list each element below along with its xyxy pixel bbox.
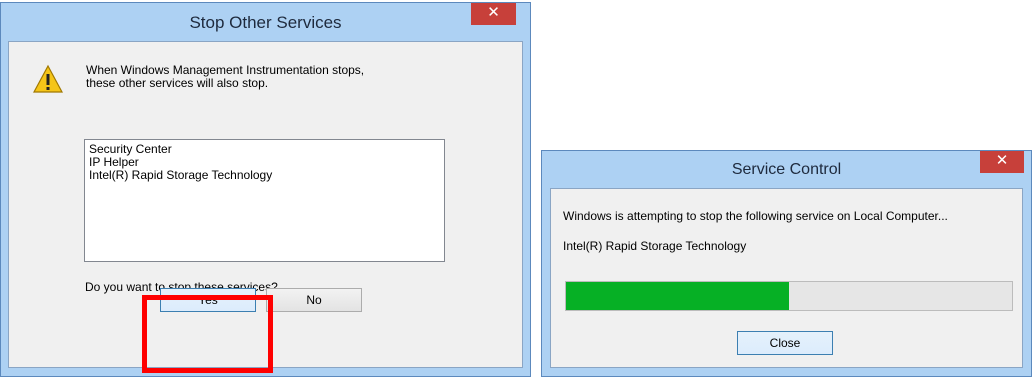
- close-button[interactable]: Close: [737, 331, 833, 355]
- service-name: Intel(R) Rapid Storage Technology: [563, 239, 747, 253]
- warning-message: When Windows Management Instrumentation …: [86, 64, 364, 90]
- warning-icon: [33, 64, 63, 93]
- service-control-dialog: Service Control ✕ Windows is attempting …: [541, 150, 1032, 377]
- dialog-title: Stop Other Services: [189, 13, 342, 32]
- dialog-titlebar[interactable]: Service Control ✕: [542, 151, 1031, 187]
- progress-fill: [566, 282, 789, 310]
- dialog-titlebar[interactable]: Stop Other Services ✕: [1, 3, 530, 39]
- status-message: Windows is attempting to stop the follow…: [563, 209, 948, 223]
- dialog-body: Windows is attempting to stop the follow…: [550, 188, 1023, 368]
- close-icon[interactable]: ✕: [980, 151, 1024, 173]
- message-line: these other services will also stop.: [86, 76, 269, 90]
- dialog-title: Service Control: [731, 161, 842, 178]
- services-listbox[interactable]: Security Center IP Helper Intel(R) Rapid…: [84, 139, 445, 262]
- progress-bar: [565, 281, 1013, 311]
- close-icon[interactable]: ✕: [471, 3, 516, 25]
- list-item[interactable]: Security Center: [89, 143, 444, 156]
- highlight-annotation: [142, 295, 273, 373]
- no-button[interactable]: No: [266, 288, 362, 312]
- list-item[interactable]: Intel(R) Rapid Storage Technology: [89, 169, 444, 182]
